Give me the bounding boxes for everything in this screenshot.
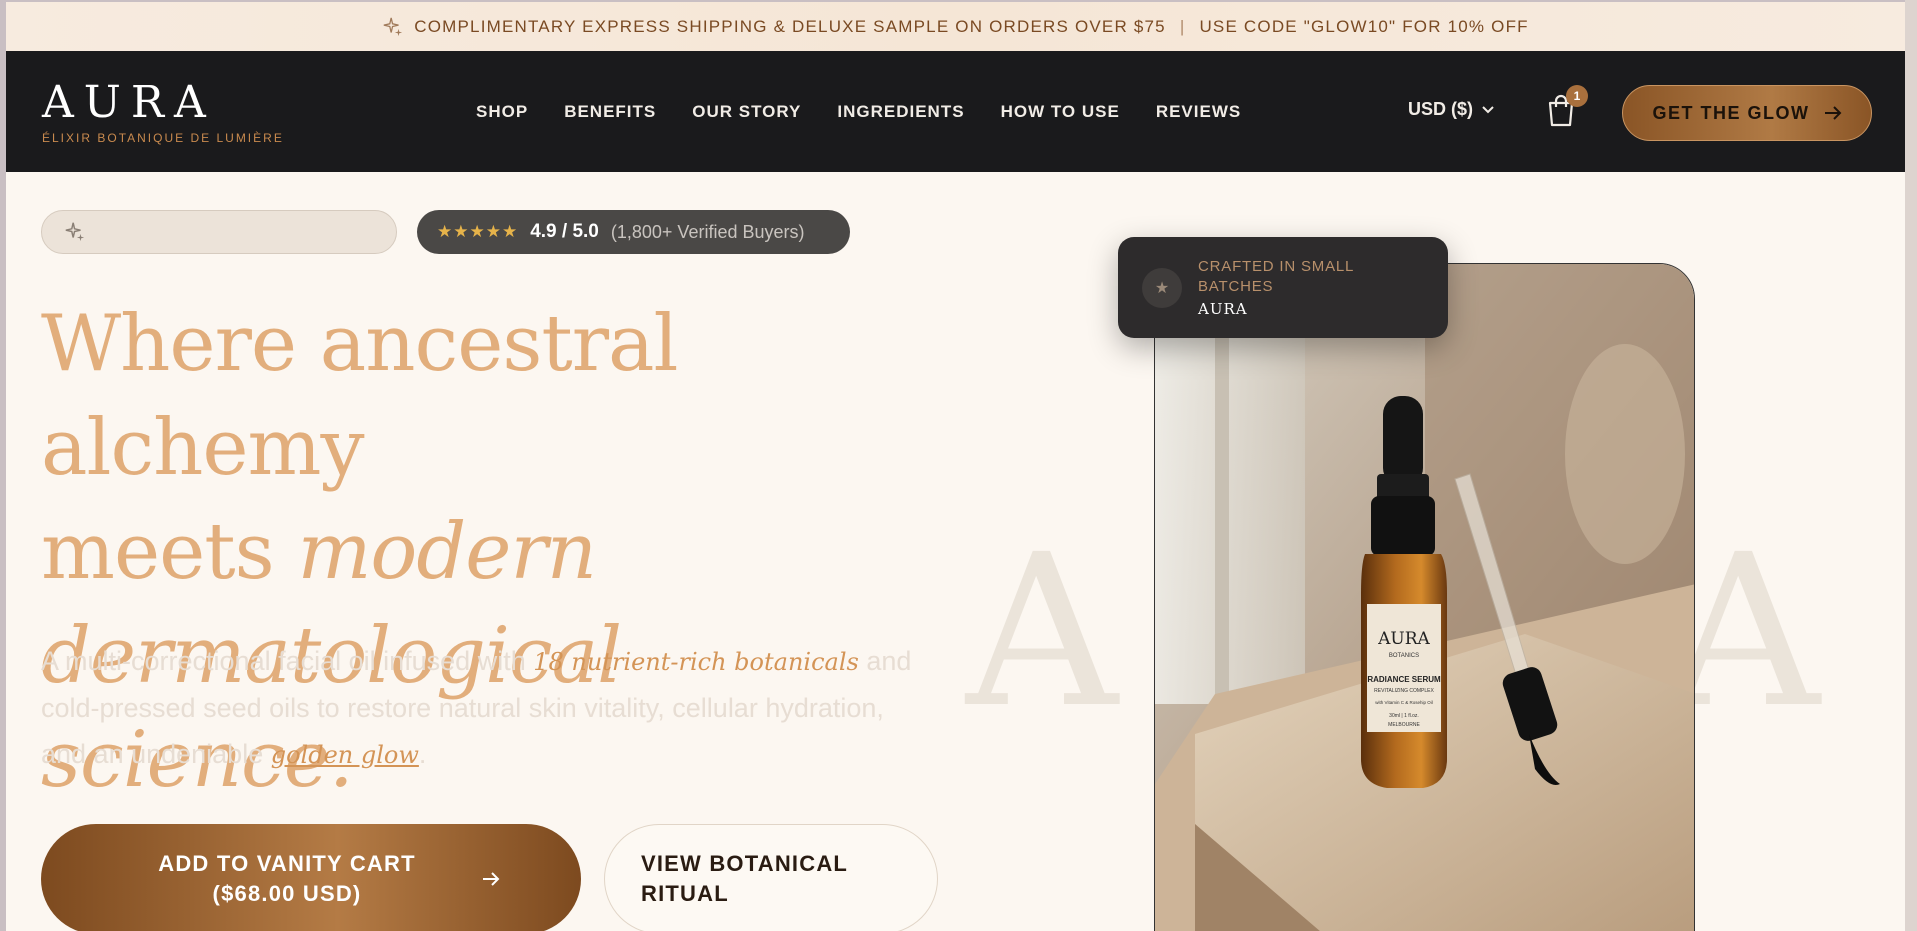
logo-wordmark: AURA — [42, 77, 216, 128]
chevron-down-icon — [1482, 105, 1494, 113]
crafted-badge-card: ★ CRAFTED IN SMALL BATCHES AURA — [1118, 237, 1448, 338]
currency-label: USD ($) — [1408, 99, 1474, 119]
hero-description: A multi-correctional facial oil infused … — [41, 638, 921, 778]
bottle-label-sub: BOTANICS — [1389, 653, 1419, 659]
headline-line-2: meets — [41, 507, 298, 597]
rating-note: (1,800+ Verified Buyers) — [610, 221, 805, 242]
nav-ingredients[interactable]: INGREDIENTS — [837, 102, 964, 122]
headline-line-1: Where ancestral alchemy — [41, 299, 678, 493]
logo-tagline: ÉLIXIR BOTANIQUE DE LUMIÈRE — [42, 131, 284, 145]
crafted-line: CRAFTED IN SMALL BATCHES — [1198, 258, 1354, 295]
serum-bottle-photo: AURA BOTANICS RADIANCE SERUM REVITALIZIN… — [1155, 264, 1694, 931]
get-the-glow-button[interactable]: GET THE GLOW — [1622, 85, 1872, 141]
add-to-cart-button[interactable]: ADD TO VANITY CART ($68.00 USD) — [41, 824, 581, 931]
announcement-text: COMPLIMENTARY EXPRESS SHIPPING & DELUXE … — [414, 16, 1166, 36]
nav-how-to-use[interactable]: HOW TO USE — [1001, 102, 1120, 122]
headline-italic-modern: modern — [297, 507, 597, 597]
crafted-brand: AURA — [1198, 300, 1248, 318]
sparkle-icon — [383, 17, 403, 36]
logo[interactable]: AURA ÉLIXIR BOTANIQUE DE LUMIÈRE — [42, 77, 284, 146]
nav-reviews[interactable]: REVIEWS — [1156, 102, 1241, 122]
bottle-label-city: MELBOURNE — [1388, 722, 1420, 728]
sparkle-icon — [65, 222, 85, 242]
description-part-1: A multi-correctional facial oil infused … — [41, 646, 534, 676]
background-letter: A — [966, 509, 1118, 754]
nav-shop[interactable]: SHOP — [476, 102, 528, 122]
star-rating-icon: ★★★★★ — [437, 222, 519, 241]
bottle-label-brand: AURA — [1377, 629, 1430, 649]
bottle-label-subtitle: REVITALIZING COMPLEX — [1374, 688, 1434, 694]
product-image: AURA BOTANICS RADIANCE SERUM REVITALIZIN… — [1154, 263, 1695, 931]
description-highlight-golden-glow: golden glow — [270, 741, 419, 769]
crafted-text: CRAFTED IN SMALL BATCHES AURA — [1198, 257, 1388, 318]
description-highlight-botanicals: 18 nutrient-rich botanicals — [533, 648, 859, 676]
scrollbar[interactable] — [1905, 0, 1917, 931]
main-nav: SHOP BENEFITS OUR STORY INGREDIENTS HOW … — [476, 51, 1241, 172]
arrow-right-icon — [1824, 106, 1841, 120]
currency-selector[interactable]: USD ($) — [1408, 99, 1495, 120]
nav-benefits[interactable]: BENEFITS — [564, 102, 656, 122]
add-to-cart-label: ADD TO VANITY CART ($68.00 USD) — [158, 851, 416, 906]
rating-value: 4.9 / 5.0 — [530, 221, 599, 242]
announcement-separator: | — [1179, 16, 1186, 36]
description-part-3: . — [418, 739, 427, 769]
bottle-label-desc: with Vitamin C & Rosehip Oil — [1375, 700, 1432, 705]
bottle-label-title: RADIANCE SERUM — [1367, 675, 1441, 684]
cart-button[interactable]: 1 — [1546, 85, 1588, 129]
announcement-promo: USE CODE "GLOW10" FOR 10% OFF — [1199, 16, 1529, 36]
arrow-right-icon — [483, 872, 500, 886]
star-icon: ★ — [1142, 267, 1182, 308]
view-ritual-label: VIEW BOTANICAL RITUAL — [641, 851, 848, 906]
get-the-glow-label: GET THE GLOW — [1652, 102, 1810, 123]
rating-badge: ★★★★★ 4.9 / 5.0 (1,800+ Verified Buyers) — [417, 210, 850, 254]
bottle-label-size: 30ml | 1 fl.oz. — [1389, 713, 1419, 719]
site-header: AURA ÉLIXIR BOTANIQUE DE LUMIÈRE SHOP BE… — [6, 51, 1905, 172]
announcement-bar: COMPLIMENTARY EXPRESS SHIPPING & DELUXE … — [6, 2, 1905, 51]
cart-count-badge: 1 — [1566, 85, 1588, 107]
view-ritual-button[interactable]: VIEW BOTANICAL RITUAL — [604, 824, 938, 931]
faded-badge — [41, 210, 397, 254]
nav-our-story[interactable]: OUR STORY — [692, 102, 801, 122]
page: COMPLIMENTARY EXPRESS SHIPPING & DELUXE … — [6, 2, 1905, 931]
